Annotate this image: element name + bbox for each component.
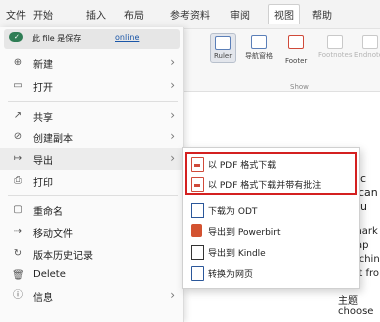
menu-item-print[interactable]: ⎙ 打印	[0, 170, 183, 192]
menu-item-delete[interactable]: 🗑 Delete	[0, 265, 183, 287]
new-icon: ⊕	[13, 57, 23, 68]
ribbon-tab-bar: 文件 开始 插入 布局 参考资料 审阅 视图 帮助	[0, 0, 380, 29]
doc-text-line: c	[360, 172, 367, 185]
ruler-toggle-button[interactable]: Ruler	[210, 33, 237, 63]
tab-layout[interactable]: 布局	[124, 7, 144, 22]
chevron-right-icon: ›	[170, 55, 175, 69]
tab-insert[interactable]: 插入	[86, 7, 106, 22]
submenu-item-export-kindle[interactable]: 导出到 Kindle	[183, 242, 359, 262]
menu-item-move-file[interactable]: ⇢ 移动文件	[0, 221, 183, 243]
menu-item-label: 共享	[33, 113, 53, 124]
submenu-item-label: 下载为 ODT	[208, 207, 258, 217]
tab-view[interactable]: 视图	[268, 4, 300, 24]
navigation-pane-icon	[251, 35, 267, 49]
submenu-item-download-odt[interactable]: 下载为 ODT	[183, 200, 359, 220]
navigation-pane-button[interactable]: 导航窗格	[245, 35, 273, 61]
ruler-icon	[215, 36, 232, 50]
menu-item-label: Delete	[33, 269, 66, 280]
version-history-icon: ↻	[13, 248, 23, 259]
open-folder-icon: ▭	[13, 80, 23, 91]
export-icon: ↦	[13, 153, 23, 164]
submenu-item-convert-webpage[interactable]: 转换为网页	[183, 263, 359, 283]
footnotes-label: Footnotes	[318, 51, 353, 59]
chevron-right-icon: ›	[170, 151, 175, 165]
menu-item-info[interactable]: ⓘ 信息 ›	[0, 285, 183, 307]
info-icon: ⓘ	[13, 290, 23, 301]
menu-item-label: 打开	[33, 83, 53, 94]
rename-icon: ▢	[13, 204, 23, 215]
export-submenu: 以 PDF 格式下载 以 PDF 格式下载并带有批注 下载为 ODT 导出到 P…	[182, 147, 360, 289]
submenu-item-label: 转换为网页	[208, 270, 254, 280]
highlight-box	[185, 152, 357, 195]
chevron-right-icon: ›	[170, 108, 175, 122]
footer-label: Footer	[285, 57, 308, 65]
footer-button[interactable]: Footer	[285, 35, 307, 65]
print-icon: ⎙	[14, 175, 22, 186]
menu-item-label: 新建	[33, 60, 53, 71]
tab-home[interactable]: 开始	[33, 7, 53, 22]
submenu-item-label: 导出到 Kindle	[208, 249, 266, 259]
tab-review[interactable]: 审阅	[230, 7, 250, 22]
kindle-icon	[191, 245, 204, 260]
ruler-label: Ruler	[214, 52, 233, 60]
menu-item-label: 打印	[33, 178, 53, 189]
powerpoint-icon	[191, 224, 202, 237]
footnotes-icon	[327, 35, 344, 49]
tab-file[interactable]: 文件	[6, 7, 26, 22]
trash-icon: 🗑	[12, 270, 25, 281]
menu-item-label: 移动文件	[33, 229, 73, 240]
submenu-item-label: 导出到 Powerbirt	[208, 228, 281, 238]
menu-divider	[8, 195, 178, 196]
endnotes-icon	[362, 35, 379, 49]
chevron-right-icon: ›	[170, 288, 175, 302]
menu-divider	[8, 101, 178, 102]
menu-item-rename[interactable]: ▢ 重命名	[0, 199, 183, 221]
endnotes-label: Endnotes	[354, 51, 380, 59]
menu-item-new[interactable]: ⊕ 新建 ›	[0, 52, 183, 74]
submenu-item-export-powerpoint[interactable]: 导出到 Powerbirt	[183, 221, 359, 241]
footnotes-button[interactable]: Footnotes	[318, 35, 353, 59]
chevron-right-icon: ›	[170, 129, 175, 143]
endnotes-button[interactable]: Endnotes	[354, 35, 380, 59]
tab-references[interactable]: 参考资料	[170, 7, 210, 22]
odt-icon	[191, 203, 204, 218]
menu-item-label: 版本历史记录	[33, 251, 93, 262]
save-location-link[interactable]: online	[115, 33, 139, 42]
menu-item-label: 重命名	[33, 207, 63, 218]
save-status-text: 此 file 是保存	[32, 34, 82, 43]
menu-item-label: 创建副本	[33, 134, 73, 145]
chevron-right-icon: ›	[170, 78, 175, 92]
copy-icon: ⊘	[13, 131, 23, 142]
menu-item-label: 导出	[33, 156, 53, 167]
doc-text-line: choose	[338, 306, 374, 317]
menu-item-export[interactable]: ↦ 导出 ›	[0, 148, 183, 170]
menu-item-share[interactable]: ↗ 共享 ›	[0, 105, 183, 127]
footer-icon	[288, 35, 305, 49]
navigation-pane-label: 导航窗格	[245, 52, 273, 60]
menu-item-label: 信息	[33, 293, 53, 304]
save-status-row: ✓ 此 file 是保存 online	[4, 29, 180, 49]
doc-text-line: can	[358, 186, 378, 199]
menu-item-open[interactable]: ▭ 打开 ›	[0, 75, 183, 97]
doc-text-line: 主题	[338, 296, 358, 307]
share-icon: ↗	[13, 110, 23, 121]
tab-help[interactable]: 帮助	[312, 7, 332, 22]
menu-item-create-copy[interactable]: ⊘ 创建副本 ›	[0, 126, 183, 148]
move-file-icon: ⇢	[13, 226, 23, 237]
ribbon-group-label: Show	[290, 83, 309, 91]
webpage-icon	[191, 266, 204, 281]
file-menu: ✓ 此 file 是保存 online ⊕ 新建 › ▭ 打开 › ↗ 共享 ›…	[0, 27, 184, 322]
menu-item-version-history[interactable]: ↻ 版本历史记录	[0, 243, 183, 265]
cloud-saved-icon: ✓	[9, 32, 23, 42]
doc-text-line: u	[360, 200, 367, 213]
